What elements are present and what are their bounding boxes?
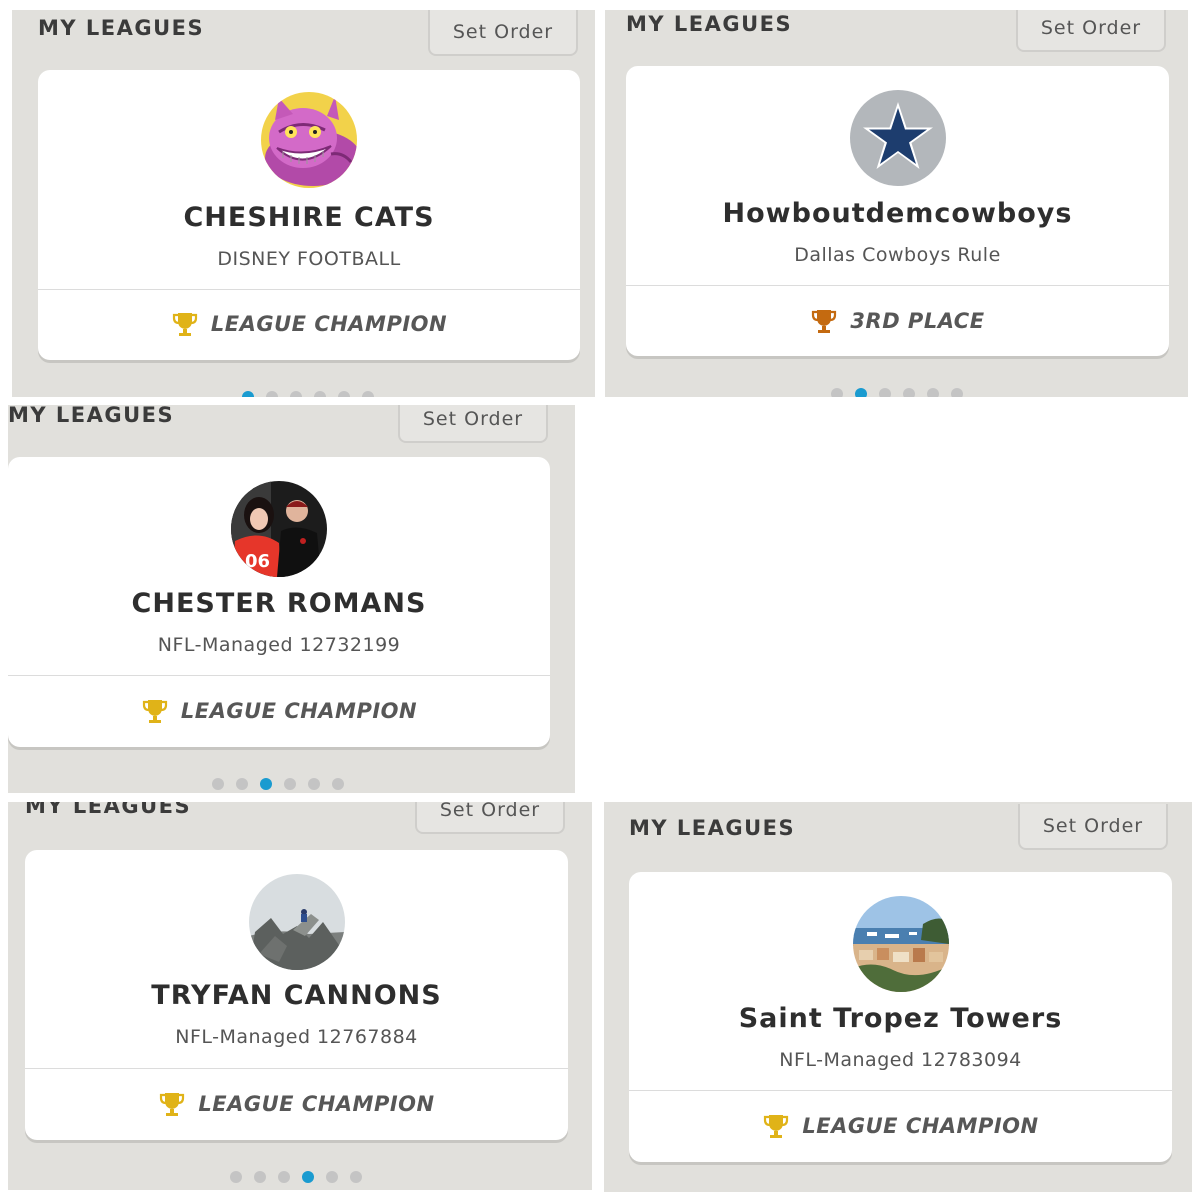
page-dot-active[interactable] <box>242 391 254 397</box>
page-indicator <box>230 1171 362 1183</box>
achievement-row: LEAGUE CHAMPION <box>8 697 550 725</box>
achievement-label: LEAGUE CHAMPION <box>180 699 418 723</box>
achievement-label: 3RD PLACE <box>850 309 985 333</box>
trophy-icon <box>158 1090 186 1118</box>
set-order-button[interactable]: Set Order <box>428 10 578 56</box>
league-name: Dallas Cowboys Rule <box>794 244 1001 266</box>
trophy-icon <box>171 310 199 338</box>
page-dot[interactable] <box>278 1171 290 1183</box>
page-dot[interactable] <box>362 391 374 397</box>
page-indicator <box>242 391 374 397</box>
my-leagues-header: MY LEAGUES <box>626 12 793 36</box>
page-dot[interactable] <box>350 1171 362 1183</box>
trophy-icon <box>810 307 838 335</box>
card-divider <box>38 289 580 290</box>
page-dot-active[interactable] <box>302 1171 314 1183</box>
achievement-row: 3RD PLACE <box>626 307 1169 335</box>
page-dot[interactable] <box>879 388 891 397</box>
harbor-town-avatar <box>852 896 949 992</box>
set-order-button[interactable]: Set Order <box>415 802 565 834</box>
my-leagues-header: MY LEAGUES <box>629 816 796 840</box>
league-name: DISNEY FOOTBALL <box>217 248 401 270</box>
set-order-button[interactable]: Set Order <box>1018 804 1168 850</box>
team-name: CHESTER ROMANS <box>131 588 427 619</box>
page-dot[interactable] <box>903 388 915 397</box>
page-dot[interactable] <box>308 778 320 790</box>
my-leagues-header: MY LEAGUES <box>38 16 205 40</box>
league-panel-cheshire-cats: MY LEAGUES Set Order CHESHIRE CATS DISNE… <box>12 10 595 397</box>
cheshire-cat-avatar <box>261 92 357 188</box>
achievement-row: LEAGUE CHAMPION <box>629 1112 1172 1140</box>
page-indicator <box>831 388 963 397</box>
page-dot[interactable] <box>314 391 326 397</box>
league-card[interactable]: CHESHIRE CATS DISNEY FOOTBALL LEAGUE CHA… <box>38 70 580 360</box>
team-name: CHESHIRE CATS <box>183 202 435 233</box>
page-dot[interactable] <box>236 778 248 790</box>
achievement-row: LEAGUE CHAMPION <box>25 1090 568 1118</box>
card-divider <box>25 1068 568 1069</box>
mountain-rock-avatar <box>248 874 345 970</box>
team-name: Saint Tropez Towers <box>738 1003 1063 1034</box>
league-panel-howboutdemcowboys: MY LEAGUES Set Order Howboutdemcowboys D… <box>605 10 1188 397</box>
achievement-label: LEAGUE CHAMPION <box>198 1092 435 1116</box>
league-name: NFL-Managed 12732199 <box>157 634 401 656</box>
league-panel-saint-tropez-towers: MY LEAGUES Set Order Saint Tropez Towers… <box>604 802 1192 1192</box>
page-dot[interactable] <box>230 1171 242 1183</box>
league-card[interactable]: Howboutdemcowboys Dallas Cowboys Rule 3R… <box>626 66 1169 356</box>
my-leagues-header: MY LEAGUES <box>25 802 192 818</box>
team-name: TRYFAN CANNONS <box>151 980 442 1011</box>
page-dot-active[interactable] <box>855 388 867 397</box>
league-name: NFL-Managed 12783094 <box>779 1049 1022 1071</box>
page-dot[interactable] <box>831 388 843 397</box>
league-card[interactable]: Saint Tropez Towers NFL-Managed 12783094… <box>629 872 1172 1162</box>
page-dot[interactable] <box>284 778 296 790</box>
league-card[interactable]: TRYFAN CANNONS NFL-Managed 12767884 LEAG… <box>25 850 568 1140</box>
page-dot[interactable] <box>254 1171 266 1183</box>
league-panel-tryfan-cannons: MY LEAGUES Set Order TRYFAN CANNONS NFL-… <box>8 802 592 1190</box>
set-order-button[interactable]: Set Order <box>398 405 548 443</box>
card-divider <box>629 1090 1172 1091</box>
page-dot[interactable] <box>951 388 963 397</box>
page-dot[interactable] <box>326 1171 338 1183</box>
couple-photo-avatar: 06 <box>231 481 327 577</box>
achievement-label: LEAGUE CHAMPION <box>802 1114 1039 1138</box>
page-dot[interactable] <box>332 778 344 790</box>
page-dot[interactable] <box>338 391 350 397</box>
team-name: Howboutdemcowboys <box>722 198 1073 229</box>
league-card[interactable]: 06 CHESTER ROMANS NFL-Managed 12732199 L… <box>8 457 550 747</box>
set-order-button[interactable]: Set Order <box>1016 10 1166 52</box>
trophy-icon <box>762 1112 790 1140</box>
svg-text:06: 06 <box>245 551 270 572</box>
league-name: NFL-Managed 12767884 <box>175 1026 418 1048</box>
league-panel-chester-romans: MY LEAGUES Set Order 06 CHESTER ROMANS N… <box>8 405 575 793</box>
page-dot-active[interactable] <box>260 778 272 790</box>
achievement-row: LEAGUE CHAMPION <box>38 310 580 338</box>
card-divider <box>8 675 550 676</box>
trophy-icon <box>141 697 169 725</box>
achievement-label: LEAGUE CHAMPION <box>210 312 448 336</box>
cowboys-star-avatar <box>849 90 946 186</box>
card-divider <box>626 285 1169 286</box>
page-dot[interactable] <box>927 388 939 397</box>
page-dot[interactable] <box>266 391 278 397</box>
page-dot[interactable] <box>290 391 302 397</box>
page-dot[interactable] <box>212 778 224 790</box>
page-indicator <box>212 778 344 790</box>
my-leagues-header: MY LEAGUES <box>8 405 175 427</box>
